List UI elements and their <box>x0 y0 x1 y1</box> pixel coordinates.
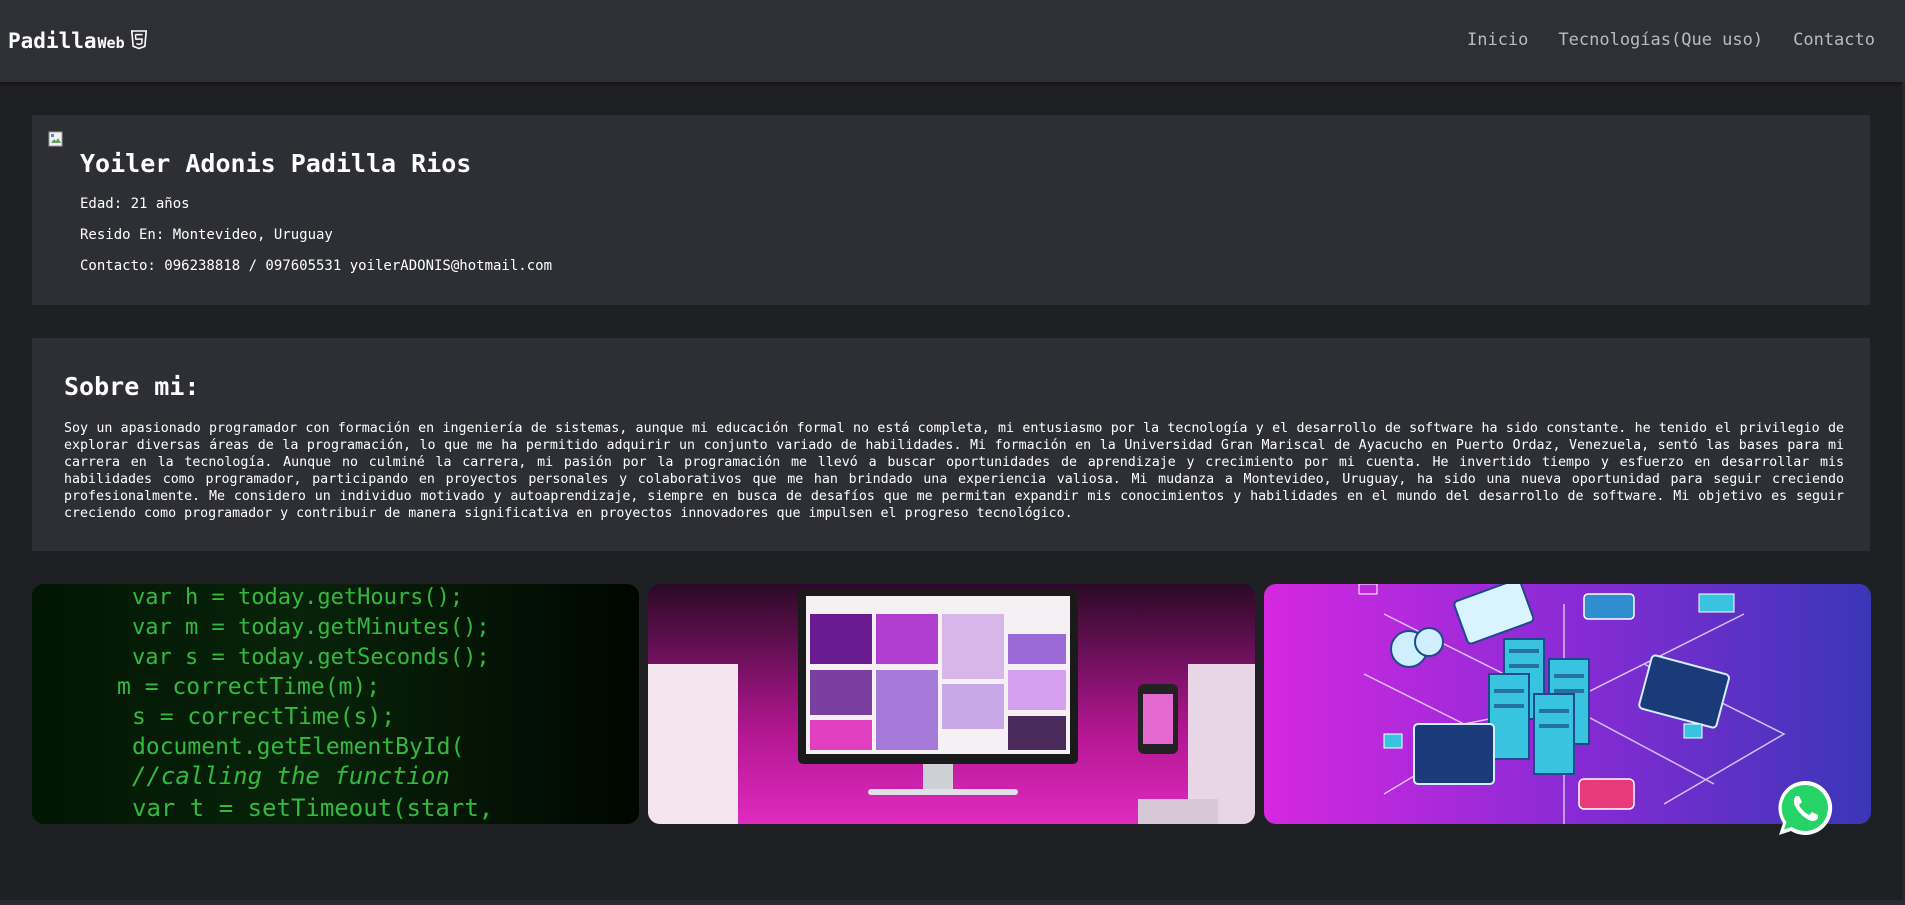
profile-contact: Contacto: 096238818 / 097605531 yoilerAD… <box>80 258 553 274</box>
footer-strip <box>0 900 1905 905</box>
nav-link-tecnologias[interactable]: Tecnologías(Que uso) <box>1558 30 1763 50</box>
brand-logo[interactable]: Padilla Web <box>8 28 148 53</box>
profile-location: Resido En: Montevideo, Uruguay <box>80 227 333 243</box>
about-title: Sobre mi: <box>64 372 200 401</box>
code-image: var h = today.getHours(); var m = today.… <box>32 584 639 824</box>
profile-age: Edad: 21 años <box>80 196 190 212</box>
brand-name: Padilla <box>8 29 97 53</box>
profile-card: Yoiler Adonis Padilla Rios Edad: 21 años… <box>32 115 1870 305</box>
about-section: Sobre mi: Soy un apasionado programador … <box>32 338 1870 551</box>
navbar: Padilla Web Inicio Tecnologías(Que uso) … <box>0 0 1905 82</box>
desk-setup-image <box>648 584 1255 824</box>
nav-link-inicio[interactable]: Inicio <box>1467 30 1528 50</box>
brand-subtitle: Web <box>97 34 125 52</box>
html5-icon <box>130 30 147 50</box>
broken-image-icon <box>48 131 63 147</box>
nav-link-contacto[interactable]: Contacto <box>1793 30 1875 50</box>
nav-links: Inicio Tecnologías(Que uso) Contacto <box>1467 30 1875 50</box>
whatsapp-icon <box>1778 780 1833 835</box>
profile-name: Yoiler Adonis Padilla Rios <box>80 149 472 178</box>
whatsapp-button[interactable] <box>1775 778 1835 838</box>
image-gallery: var h = today.getHours(); var m = today.… <box>32 584 1871 824</box>
about-text: Soy un apasionado programador con formac… <box>64 421 1844 521</box>
